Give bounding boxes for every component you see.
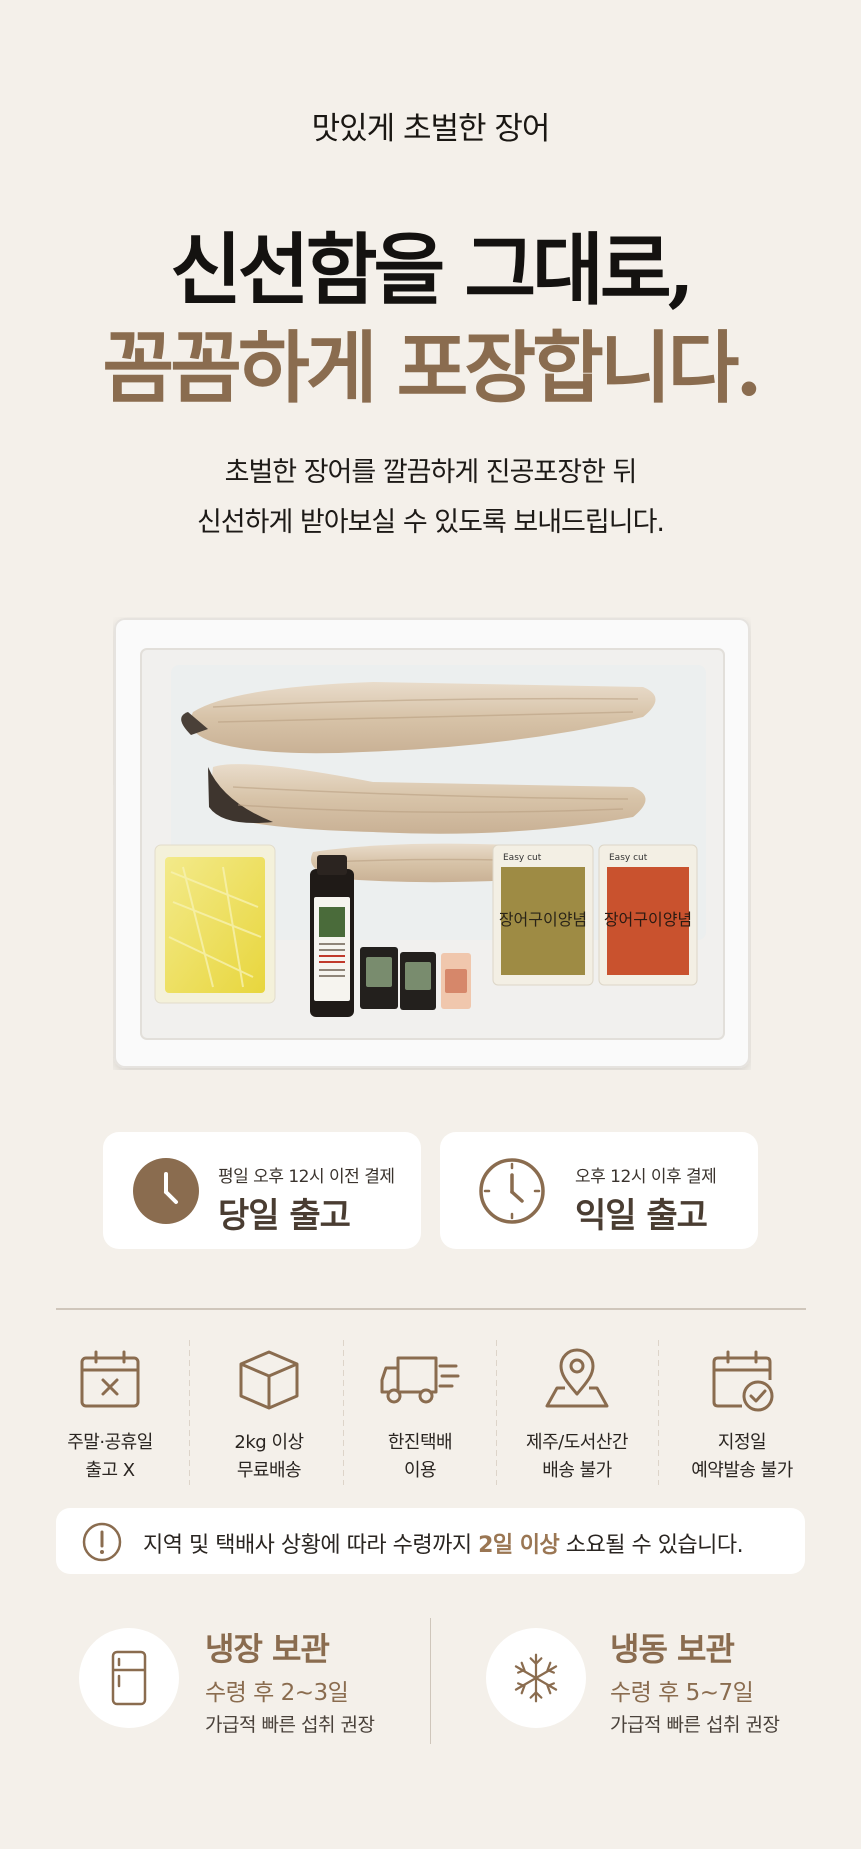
feature-courier-line-2: 이용 xyxy=(403,1460,437,1481)
feature-reservation-line-2: 예약발송 불가 xyxy=(691,1460,793,1481)
feature-separator xyxy=(496,1340,497,1485)
notice-highlight: 2일 이상 xyxy=(478,1533,560,1558)
feature-courier: 한진택배이용 xyxy=(344,1340,496,1485)
calendar-x-icon xyxy=(80,1350,140,1408)
feature-region: 제주/도서산간배송 불가 xyxy=(501,1340,653,1485)
next-day-shipping-card: 오후 12시 이후 결제 익일 출고 xyxy=(440,1132,758,1249)
same-day-result: 당일 출고 xyxy=(218,1196,351,1236)
storage-divider xyxy=(430,1618,431,1744)
intro-text: 맛있게 초벌한 장어 xyxy=(311,111,551,147)
headline-line-2: 꼼꼼하게 포장합니다. xyxy=(102,323,762,414)
notice-text-after: 소요될 수 있습니다. xyxy=(559,1533,744,1558)
feature-free-shipping-line-2: 무료배송 xyxy=(236,1460,302,1481)
frozen-range: 수령 후 5~7일 xyxy=(610,1680,754,1706)
description-line-2: 신선하게 받아보실 수 있도록 보내드립니다. xyxy=(196,507,665,538)
feature-weekend: 주말·공휴일출고 X xyxy=(34,1340,186,1485)
feature-free-shipping-line-1: 2kg 이상 xyxy=(234,1432,304,1453)
notice-text: 지역 및 택배사 상황에 따라 수령까지 2일 이상 소요될 수 있습니다. xyxy=(143,1527,744,1559)
product-package-photo: Easy cut 장어구이양념 Easy cut 장어구이양념 xyxy=(114,618,750,1068)
feature-free-shipping: 2kg 이상무료배송 xyxy=(193,1340,345,1485)
exclamation-icon xyxy=(82,1522,122,1562)
feature-weekend-line-1: 주말·공휴일 xyxy=(67,1432,153,1453)
clock-filled-icon xyxy=(133,1158,199,1224)
refrigerator-icon xyxy=(111,1650,147,1706)
easy-cut-label-2: Easy cut xyxy=(609,853,648,863)
delivery-notice: 지역 및 택배사 상황에 따라 수령까지 2일 이상 소요될 수 있습니다. xyxy=(56,1508,805,1574)
feature-separator xyxy=(658,1340,659,1485)
clock-outline-icon xyxy=(479,1158,545,1224)
feature-reservation-line-1: 지정일 xyxy=(717,1432,767,1453)
same-day-shipping-card: 평일 오후 12시 이전 결제 당일 출고 xyxy=(103,1132,421,1249)
feature-weekend-line-2: 출고 X xyxy=(85,1460,135,1481)
description-line-1: 초벌한 장어를 깔끔하게 진공포장한 뒤 xyxy=(224,457,638,488)
next-day-result: 익일 출고 xyxy=(575,1196,708,1236)
headline: 신선함을 그대로, 꼼꼼하게 포장합니다. xyxy=(0,222,861,418)
calendar-check-icon xyxy=(712,1350,774,1412)
truck-icon xyxy=(380,1356,460,1404)
refrigerated-range: 수령 후 2~3일 xyxy=(205,1680,349,1706)
snowflake-icon-circle xyxy=(486,1628,586,1728)
box-icon xyxy=(239,1350,299,1410)
feature-separator xyxy=(189,1340,190,1485)
same-day-condition: 평일 오후 12시 이전 결제 xyxy=(218,1167,395,1187)
next-day-condition: 오후 12시 이후 결제 xyxy=(575,1167,717,1187)
refrigerator-icon-circle xyxy=(79,1628,179,1728)
easy-cut-label-1: Easy cut xyxy=(503,853,542,863)
feature-reservation: 지정일예약발송 불가 xyxy=(666,1340,818,1485)
frozen-title: 냉동 보관 xyxy=(610,1630,735,1668)
snowflake-icon xyxy=(514,1653,558,1703)
headline-line-1: 신선함을 그대로, xyxy=(170,225,695,316)
feature-region-line-2: 배송 불가 xyxy=(542,1460,612,1481)
sauce-label-1: 장어구이양념 xyxy=(499,910,587,929)
map-pin-icon xyxy=(545,1348,609,1408)
section-divider xyxy=(56,1308,806,1310)
description: 초벌한 장어를 깔끔하게 진공포장한 뒤 신선하게 받아보실 수 있도록 보내드… xyxy=(0,448,861,548)
feature-region-line-1: 제주/도서산간 xyxy=(526,1432,628,1453)
feature-courier-line-1: 한진택배 xyxy=(387,1432,453,1453)
refrigerated-note: 가급적 빠른 섭취 권장 xyxy=(205,1714,375,1736)
sauce-label-2: 장어구이양념 xyxy=(604,910,692,929)
notice-text-before: 지역 및 택배사 상황에 따라 수령까지 xyxy=(143,1533,479,1558)
refrigerated-title: 냉장 보관 xyxy=(205,1630,330,1668)
frozen-note: 가급적 빠른 섭취 권장 xyxy=(610,1714,780,1736)
